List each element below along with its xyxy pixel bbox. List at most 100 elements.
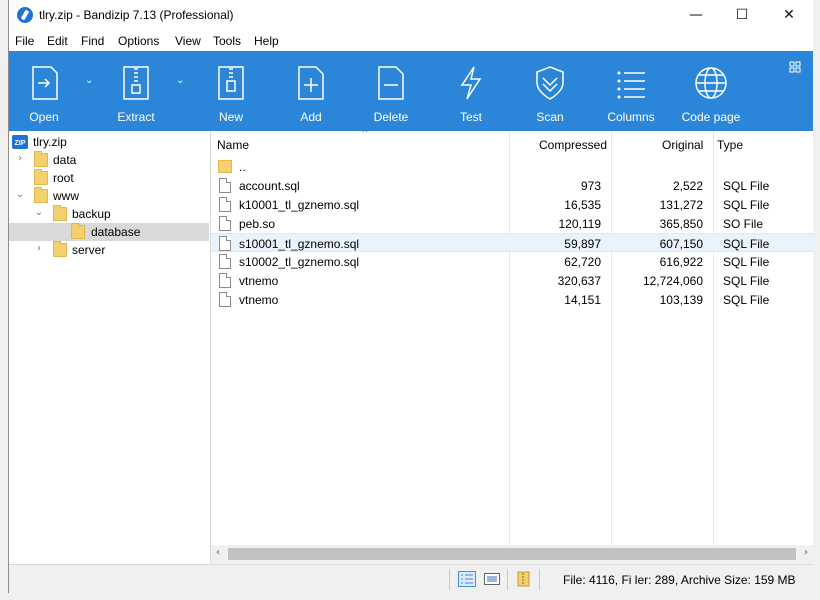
menu-help[interactable]: Help bbox=[254, 34, 279, 48]
maximize-button[interactable]: ☐ bbox=[719, 0, 765, 31]
details-view-icon[interactable] bbox=[458, 571, 476, 587]
horizontal-scrollbar[interactable]: ‹ › bbox=[211, 545, 813, 564]
new-label: New bbox=[218, 110, 243, 124]
archive-info-icon[interactable] bbox=[515, 571, 533, 587]
file-compressed: 14,151 bbox=[564, 293, 601, 307]
expand-chevron-icon[interactable]: › bbox=[34, 243, 44, 257]
file-icon bbox=[219, 216, 231, 231]
zip-archive-icon: ZIP bbox=[12, 135, 28, 149]
menu-edit[interactable]: Edit bbox=[47, 34, 68, 48]
menu-tools[interactable]: Tools bbox=[213, 34, 241, 48]
file-icon bbox=[219, 254, 231, 269]
scrollbar-thumb[interactable] bbox=[228, 548, 796, 560]
open-dropdown-arrow[interactable]: ⌄ bbox=[85, 75, 93, 86]
file-name: vtnemo bbox=[239, 274, 279, 288]
file-row[interactable]: account.sql 973 2,522 SQL File bbox=[211, 176, 813, 195]
tree-item-backup[interactable]: ⌄ backup bbox=[9, 205, 209, 223]
tree-item-data[interactable]: › data bbox=[9, 151, 209, 169]
columns-label: Columns bbox=[607, 110, 655, 124]
scan-label: Scan bbox=[536, 110, 564, 124]
file-type: SO File bbox=[723, 217, 764, 231]
bandizip-window: tlry.zip - Bandizip 7.13 (Professional) … bbox=[8, 0, 813, 593]
expand-chevron-icon[interactable]: › bbox=[15, 153, 25, 167]
column-header-compressed[interactable]: Compressed bbox=[539, 138, 607, 152]
status-divider bbox=[539, 569, 540, 590]
globe-icon bbox=[695, 67, 727, 99]
column-header: ^ Name Compressed Original Type bbox=[211, 129, 813, 157]
window-title: tlry.zip - Bandizip 7.13 (Professional) bbox=[39, 8, 234, 22]
file-name: s10002_tl_gznemo.sql bbox=[239, 255, 360, 269]
file-compressed: 120,119 bbox=[558, 217, 602, 231]
folder-icon bbox=[34, 187, 48, 203]
file-row[interactable]: peb.so 120,119 365,850 SO File bbox=[211, 214, 813, 233]
file-name: .. bbox=[239, 160, 246, 174]
menu-find[interactable]: Find bbox=[81, 34, 104, 48]
file-icon bbox=[219, 292, 231, 307]
scroll-right-icon[interactable]: › bbox=[804, 547, 808, 558]
file-compressed: 973 bbox=[580, 179, 601, 193]
folder-tree: ZIP tlry.zip › data root ⌄ www ⌄ backup bbox=[9, 131, 211, 564]
file-type: SQL File bbox=[723, 198, 770, 212]
toolbar: Open ⌄ Extract ⌄ New Add Delete Test Sca… bbox=[9, 51, 813, 131]
scroll-left-icon[interactable]: ‹ bbox=[216, 547, 220, 558]
tree-label: tlry.zip bbox=[33, 135, 67, 149]
file-row[interactable]: s10002_tl_gznemo.sql 62,720 616,922 SQL … bbox=[211, 252, 813, 271]
file-row-parent[interactable]: .. bbox=[211, 157, 813, 176]
open-button[interactable]: Open bbox=[19, 51, 69, 131]
collapse-chevron-icon[interactable]: ⌄ bbox=[15, 189, 25, 203]
tree-item-database[interactable]: database bbox=[9, 223, 209, 241]
tree-item-root-archive[interactable]: ZIP tlry.zip bbox=[9, 133, 209, 151]
file-icon bbox=[219, 178, 231, 193]
file-type: SQL File bbox=[723, 237, 770, 251]
status-divider bbox=[449, 569, 450, 590]
file-compressed: 59,897 bbox=[564, 237, 601, 251]
minimize-button[interactable]: — bbox=[673, 0, 719, 31]
file-row-hovered[interactable]: s10001_tl_gznemo.sql 59,897 607,150 SQL … bbox=[211, 233, 813, 252]
columns-button[interactable]: Columns bbox=[601, 51, 661, 131]
file-compressed: 320,637 bbox=[557, 274, 601, 288]
tree-label: backup bbox=[72, 207, 111, 221]
file-type: SQL File bbox=[723, 179, 770, 193]
test-label: Test bbox=[459, 110, 482, 124]
content-area: ZIP tlry.zip › data root ⌄ www ⌄ backup bbox=[9, 129, 813, 564]
column-header-original[interactable]: Original bbox=[662, 138, 703, 152]
extract-dropdown-arrow[interactable]: ⌄ bbox=[176, 75, 184, 86]
open-label: Open bbox=[29, 110, 59, 124]
status-divider bbox=[507, 569, 508, 590]
extract-button[interactable]: Extract bbox=[107, 51, 165, 131]
folder-icon bbox=[71, 223, 85, 239]
extract-label: Extract bbox=[117, 110, 155, 124]
delete-file-icon bbox=[378, 66, 404, 100]
status-summary: File: 4116, Fi ler: 289, Archive Size: 1… bbox=[563, 573, 796, 587]
code-page-button[interactable]: Code page bbox=[677, 51, 745, 131]
tree-item-www[interactable]: ⌄ www bbox=[9, 187, 209, 205]
new-button[interactable]: New bbox=[207, 51, 255, 131]
file-row[interactable]: k10001_tl_gznemo.sql 16,535 131,272 SQL … bbox=[211, 195, 813, 214]
folder-icon bbox=[34, 151, 48, 167]
extract-icon bbox=[123, 66, 149, 100]
file-type: SQL File bbox=[723, 293, 770, 307]
file-type: SQL File bbox=[723, 274, 770, 288]
collapse-chevron-icon[interactable]: ⌄ bbox=[34, 207, 44, 221]
tree-item-root[interactable]: root bbox=[9, 169, 209, 187]
file-original: 131,272 bbox=[659, 198, 703, 212]
scan-button[interactable]: Scan bbox=[525, 51, 575, 131]
add-button[interactable]: Add bbox=[287, 51, 335, 131]
file-row[interactable]: vtnemo 320,637 12,724,060 SQL File bbox=[211, 271, 813, 290]
tree-item-server[interactable]: › server bbox=[9, 241, 209, 259]
file-row[interactable]: vtnemo 14,151 103,139 SQL File bbox=[211, 290, 813, 309]
tree-label: data bbox=[53, 153, 77, 167]
column-header-name[interactable]: Name bbox=[217, 138, 249, 152]
layout-grid-icon[interactable] bbox=[789, 61, 801, 73]
column-header-type[interactable]: Type bbox=[717, 138, 743, 152]
menu-options[interactable]: Options bbox=[118, 34, 159, 48]
menu-view[interactable]: View bbox=[175, 34, 201, 48]
delete-button[interactable]: Delete bbox=[367, 51, 415, 131]
folder-icon bbox=[53, 205, 67, 221]
close-button[interactable]: ✕ bbox=[766, 0, 812, 31]
test-button[interactable]: Test bbox=[447, 51, 495, 131]
file-list: ^ Name Compressed Original Type .. accou… bbox=[211, 129, 813, 564]
thumbnail-view-icon[interactable] bbox=[483, 571, 501, 587]
test-lightning-icon bbox=[460, 66, 482, 100]
menu-file[interactable]: File bbox=[15, 34, 34, 48]
